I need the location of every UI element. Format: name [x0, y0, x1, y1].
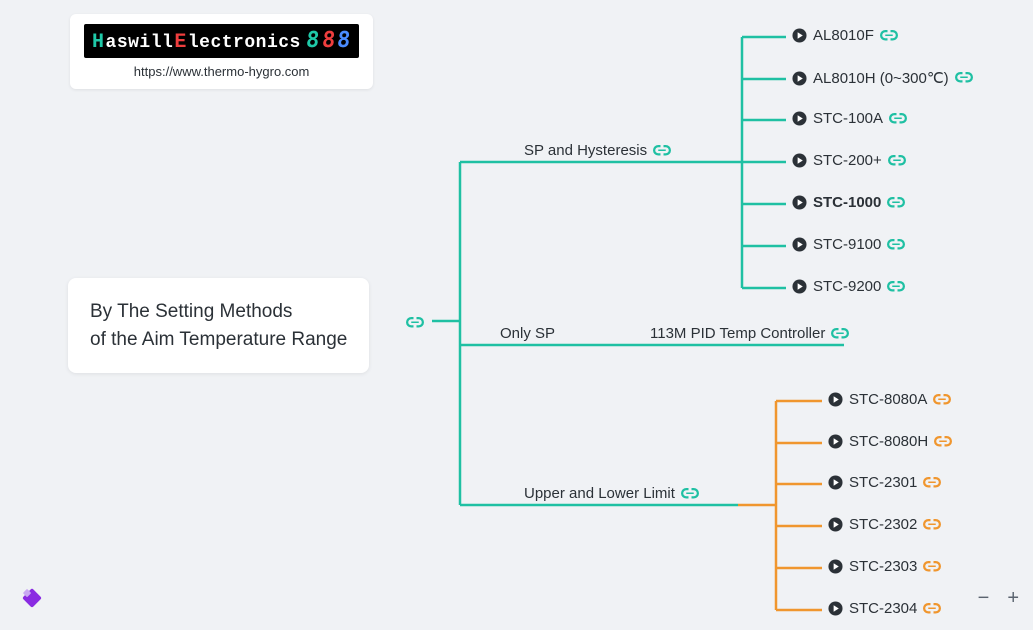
brand-logo: HaswillElectronics 888	[84, 24, 359, 58]
link-icon[interactable]	[933, 393, 951, 407]
play-icon	[828, 601, 843, 616]
link-icon[interactable]	[653, 144, 671, 158]
leaf-label: STC-8080H	[849, 433, 928, 450]
play-icon	[792, 195, 807, 210]
root-title-line1: By The Setting Methods	[90, 298, 347, 326]
leaf-label: STC-2301	[849, 474, 917, 491]
link-icon[interactable]	[406, 316, 424, 330]
leaf-stc-2301[interactable]: STC-2301	[828, 474, 941, 491]
play-icon	[792, 71, 807, 86]
leaf-stc-2302[interactable]: STC-2302	[828, 516, 941, 533]
leaf-stc-100a[interactable]: STC-100A	[792, 110, 907, 127]
leaf-label: STC-9200	[813, 278, 881, 295]
branch-label: Only SP	[500, 325, 555, 342]
link-icon[interactable]	[923, 518, 941, 532]
play-icon	[792, 279, 807, 294]
leaf-label: STC-2302	[849, 516, 917, 533]
play-icon	[792, 111, 807, 126]
root-title-line2: of the Aim Temperature Range	[90, 326, 347, 354]
branch-sp-hysteresis[interactable]: SP and Hysteresis	[524, 142, 671, 159]
leaf-label: STC-200+	[813, 152, 882, 169]
leaf-label: STC-9100	[813, 236, 881, 253]
leaf-al8010f[interactable]: AL8010F	[792, 27, 898, 44]
link-icon[interactable]	[955, 71, 973, 85]
leaf-label: AL8010H (0~300℃)	[813, 69, 949, 87]
play-icon	[828, 475, 843, 490]
play-icon	[828, 559, 843, 574]
play-icon	[828, 392, 843, 407]
link-icon[interactable]	[923, 560, 941, 574]
zoom-in-button[interactable]: +	[1007, 587, 1019, 610]
link-icon[interactable]	[681, 487, 699, 501]
leaf-label: 113M PID Temp Controller	[650, 325, 825, 342]
play-icon	[792, 153, 807, 168]
leaf-label: AL8010F	[813, 27, 874, 44]
link-icon[interactable]	[923, 476, 941, 490]
leaf-stc-2303[interactable]: STC-2303	[828, 558, 941, 575]
play-icon	[792, 237, 807, 252]
branch-label: Upper and Lower Limit	[524, 485, 675, 502]
app-logo-icon[interactable]	[20, 586, 44, 610]
link-icon[interactable]	[831, 327, 849, 341]
leaf-label: STC-2303	[849, 558, 917, 575]
zoom-controls: − +	[978, 587, 1019, 610]
leaf-stc-1000[interactable]: STC-1000	[792, 194, 905, 211]
leaf-label: STC-2304	[849, 600, 917, 617]
leaf-label: STC-8080A	[849, 391, 927, 408]
zoom-out-button[interactable]: −	[978, 587, 990, 610]
link-icon[interactable]	[880, 29, 898, 43]
leaf-stc-8080a[interactable]: STC-8080A	[828, 391, 951, 408]
leaf-stc-200-[interactable]: STC-200+	[792, 152, 906, 169]
leaf-label: STC-1000	[813, 194, 881, 211]
play-icon	[828, 434, 843, 449]
leaf-al8010h-0-300-[interactable]: AL8010H (0~300℃)	[792, 69, 973, 87]
link-icon[interactable]	[887, 280, 905, 294]
branch-label: SP and Hysteresis	[524, 142, 647, 159]
leaf-stc-9200[interactable]: STC-9200	[792, 278, 905, 295]
root-node[interactable]: By The Setting Methods of the Aim Temper…	[68, 278, 369, 373]
leaf-label: STC-100A	[813, 110, 883, 127]
link-icon[interactable]	[887, 238, 905, 252]
leaf-stc-2304[interactable]: STC-2304	[828, 600, 941, 617]
play-icon	[828, 517, 843, 532]
leaf-stc-8080h[interactable]: STC-8080H	[828, 433, 952, 450]
logo-card: HaswillElectronics 888 https://www.therm…	[70, 14, 373, 89]
branch-only-sp[interactable]: Only SP	[500, 325, 555, 342]
brand-url[interactable]: https://www.thermo-hygro.com	[84, 64, 359, 79]
leaf-pid-controller[interactable]: 113M PID Temp Controller	[650, 325, 849, 342]
branch-upper-lower-limit[interactable]: Upper and Lower Limit	[524, 485, 699, 502]
link-icon[interactable]	[934, 435, 952, 449]
leaf-stc-9100[interactable]: STC-9100	[792, 236, 905, 253]
link-icon[interactable]	[887, 196, 905, 210]
link-icon[interactable]	[889, 112, 907, 126]
link-icon[interactable]	[923, 602, 941, 616]
link-icon[interactable]	[888, 154, 906, 168]
play-icon	[792, 28, 807, 43]
